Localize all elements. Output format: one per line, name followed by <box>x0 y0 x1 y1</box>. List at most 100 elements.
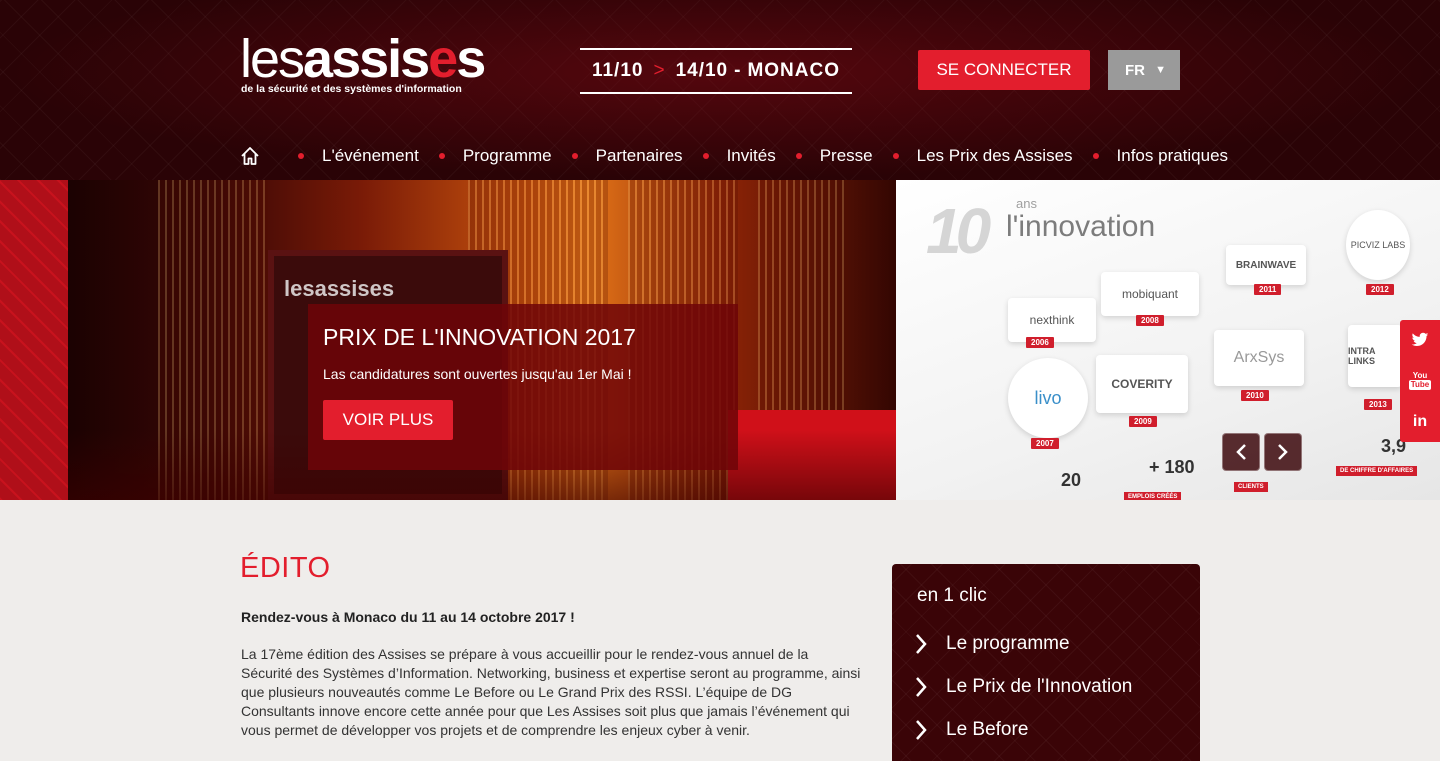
twitter-icon[interactable] <box>1400 320 1440 360</box>
winner-year: 2010 <box>1241 390 1269 401</box>
stage-screen-logo: lesassises <box>284 276 395 301</box>
quicklink-before[interactable]: Le Before <box>914 715 1028 745</box>
nav-label: Infos pratiques <box>1116 146 1229 165</box>
nav-bullet <box>298 153 304 159</box>
winner-name: mobiquant <box>1121 287 1179 301</box>
winner-year: 2009 <box>1129 416 1157 427</box>
winner-card: livo <box>1008 358 1088 438</box>
winner-name: BRAINWAVE <box>1235 259 1297 271</box>
logo-wordmark: lesassises <box>240 29 486 89</box>
caret-down-icon: ▼ <box>1155 64 1166 76</box>
innovation-panel: 10 ans l'innovation nexthink 2006 mobiqu… <box>896 180 1440 500</box>
nav-label: Presse <box>819 146 873 165</box>
quicklinks-title: en 1 clic <box>917 585 987 606</box>
winner-card: ArxSys <box>1214 330 1304 386</box>
edito-body: La 17ème édition des Assises se prépare … <box>241 646 861 738</box>
youtube-you: You <box>1412 371 1428 380</box>
innovation-ten: 10 <box>926 194 991 268</box>
stat-value: + 180 <box>1149 457 1195 477</box>
winner-year: 2008 <box>1136 315 1164 326</box>
logo-les: les <box>240 29 305 89</box>
chevron-right-icon <box>914 632 932 656</box>
language-current: FR <box>1125 61 1145 79</box>
date-end: 14/10 <box>675 60 729 81</box>
nav-item-evenement[interactable]: L'événement <box>278 146 419 166</box>
nav-item-presse[interactable]: Presse <box>776 146 873 166</box>
event-dates: 11/10 > 14/10 - MONACO <box>580 48 852 94</box>
hero-title: PRIX DE L'INNOVATION 2017 <box>323 324 636 350</box>
nav-label: Partenaires <box>595 146 683 165</box>
stat-tag: CLIENTS <box>1234 482 1268 492</box>
nav-bullet <box>1092 153 1099 159</box>
nav-label: Programme <box>462 146 552 165</box>
social-bar: You Tube in <box>1400 320 1440 442</box>
winner-name: ArxSys <box>1233 349 1285 366</box>
site-header: lesassises de la sécurité et des système… <box>0 0 1440 180</box>
nav-bullet <box>892 153 899 159</box>
winner-card: BRAINWAVE <box>1226 245 1306 285</box>
innovation-title-text: l'innovation <box>1006 210 1156 243</box>
chevron-right-icon <box>914 675 932 699</box>
chevron-right-icon <box>914 718 932 742</box>
winner-year: 2012 <box>1366 284 1394 295</box>
site-logo[interactable]: lesassises de la sécurité et des système… <box>240 30 500 100</box>
date-separator: - <box>734 60 742 81</box>
logo-assis: assis <box>303 29 430 89</box>
winner-name: PICVIZ LABS <box>1350 240 1406 250</box>
innovation-ten-text: 10 <box>926 195 991 267</box>
date-start: 11/10 <box>591 60 644 81</box>
winner-card: PICVIZ LABS <box>1346 210 1410 280</box>
quicklink-programme[interactable]: Le programme <box>914 629 1070 659</box>
winner-year: 2007 <box>1031 438 1059 449</box>
nav-label: Les Prix des Assises <box>916 146 1073 165</box>
nav-bullet <box>571 153 578 159</box>
logo-tagline: de la sécurité et des systèmes d'informa… <box>241 83 462 95</box>
main-nav: L'événement Programme Partenaires Invité… <box>240 140 1228 172</box>
login-button[interactable]: SE CONNECTER <box>918 50 1090 90</box>
winner-card: mobiquant <box>1101 272 1199 316</box>
nav-bullet <box>702 153 709 159</box>
chevron-right-icon <box>1278 444 1288 460</box>
winner-card: INTRA LINKS <box>1348 325 1402 387</box>
voir-plus-button[interactable]: VOIR PLUS <box>323 400 453 440</box>
winner-name: nexthink <box>1029 313 1075 327</box>
slider-prev-button[interactable] <box>1222 433 1260 471</box>
edito-title: ÉDITO <box>240 552 331 584</box>
nav-label: Invités <box>726 146 776 165</box>
innovation-title: l'innovation <box>1006 210 1155 244</box>
nav-item-programme[interactable]: Programme <box>419 146 552 166</box>
linkedin-icon[interactable]: in <box>1400 402 1440 442</box>
winner-card: nexthink <box>1008 298 1096 342</box>
nav-bullet <box>795 153 802 159</box>
nav-item-partenaires[interactable]: Partenaires <box>552 146 683 166</box>
date-arrow: > <box>653 60 666 81</box>
quicklink-label: Le Before <box>946 719 1029 740</box>
winner-card: COVERITY <box>1096 355 1188 413</box>
logo-s: s <box>456 29 486 89</box>
hero-left-pattern <box>0 180 68 500</box>
language-selector[interactable]: FR ▼ <box>1108 50 1180 90</box>
edito-lead: Rendez-vous à Monaco du 11 au 14 octobre… <box>241 609 575 625</box>
quicklinks-panel: en 1 clic Le programme Le Prix de l'Inno… <box>892 564 1200 761</box>
hero-caption: PRIX DE L'INNOVATION 2017 Las candidatur… <box>308 304 738 470</box>
chevron-left-icon <box>1236 444 1246 460</box>
nav-item-invites[interactable]: Invités <box>683 146 776 166</box>
event-location: MONACO <box>747 60 841 81</box>
nav-item-infos-pratiques[interactable]: Infos pratiques <box>1073 146 1229 166</box>
stat-tag: DE CHIFFRE D'AFFAIRES <box>1336 466 1418 476</box>
quicklink-prix-innovation[interactable]: Le Prix de l'Innovation <box>914 672 1132 702</box>
winner-year: 2006 <box>1026 337 1054 348</box>
home-icon[interactable] <box>240 145 260 167</box>
winner-name: COVERITY <box>1111 377 1173 391</box>
youtube-icon[interactable]: You Tube <box>1400 361 1440 401</box>
innovation-ans: ans <box>1016 196 1037 211</box>
logo-e: e <box>428 29 458 89</box>
winner-name: livo <box>1034 387 1062 408</box>
hero-slider: lesassises 10 ans l'innovation nexthink … <box>0 180 1440 500</box>
nav-item-prix[interactable]: Les Prix des Assises <box>873 146 1073 166</box>
hero-subtitle: Las candidatures sont ouvertes jusqu'au … <box>323 366 632 382</box>
winner-year: 2011 <box>1254 284 1282 295</box>
nav-bullet <box>438 153 445 159</box>
stat-tag: EMPLOIS CRÉÉS <box>1124 492 1182 500</box>
slider-next-button[interactable] <box>1264 433 1302 471</box>
